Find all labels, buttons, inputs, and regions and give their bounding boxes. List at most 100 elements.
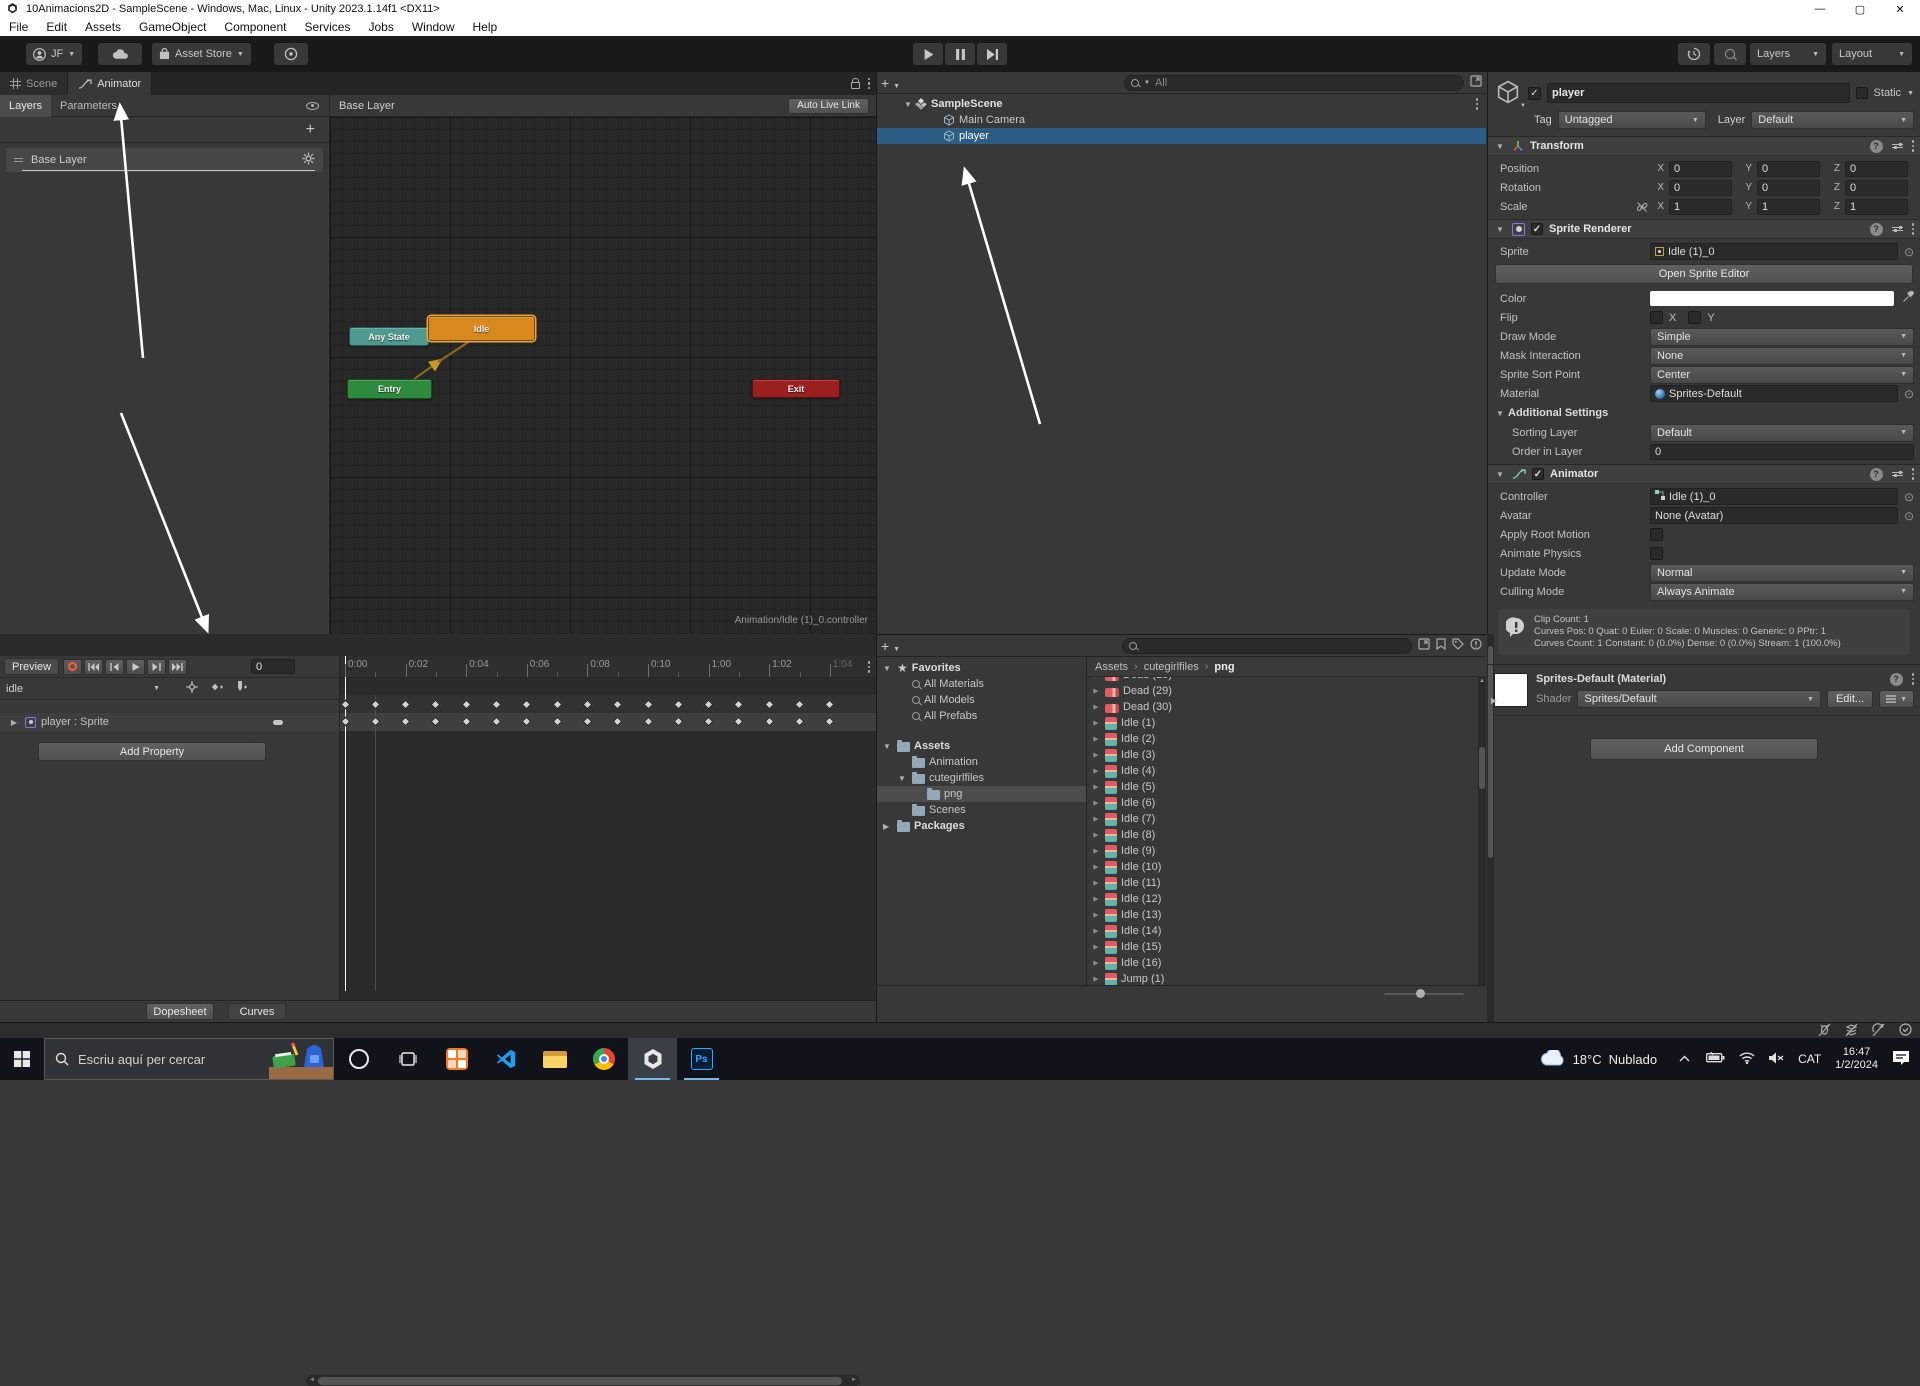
tag-dropdown[interactable]: Untagged▼	[1558, 111, 1706, 129]
account-button[interactable]: JF▼	[26, 43, 82, 65]
state-node-any-state[interactable]: Any State	[349, 327, 429, 346]
menu-file[interactable]: File	[0, 18, 37, 36]
file-idle1[interactable]: ▶Idle (1)	[1091, 715, 1478, 731]
expand-arrow-icon[interactable]: ▶	[1091, 879, 1101, 887]
file-jump1[interactable]: ▶Jump (1)	[1091, 971, 1478, 985]
label-icon[interactable]	[1452, 638, 1464, 653]
additional-settings-label[interactable]: Additional Settings	[1508, 407, 1608, 419]
layer-settings-gear-icon[interactable]	[302, 152, 315, 168]
timeline-hscrollbar[interactable]: ◄ ►	[306, 1375, 860, 1386]
taskbar-app-xampp[interactable]	[432, 1038, 481, 1080]
play-button[interactable]	[913, 43, 943, 65]
sync-muted-icon[interactable]	[1872, 1023, 1885, 1039]
expand-arrow-icon[interactable]: ▶	[1091, 719, 1101, 727]
menu-edit[interactable]: Edit	[37, 18, 76, 36]
static-dropdown-icon[interactable]: ▼	[1907, 90, 1914, 97]
rotation-x-field[interactable]: 0	[1669, 180, 1732, 196]
expand-arrow-icon[interactable]: ▶	[1091, 735, 1101, 743]
file-idle11[interactable]: ▶Idle (11)	[1091, 875, 1478, 891]
asset-store-button[interactable]: Asset Store▼	[152, 43, 251, 65]
file-idle16[interactable]: ▶Idle (16)	[1091, 955, 1478, 971]
menu-assets[interactable]: Assets	[76, 18, 130, 36]
status-ok-icon[interactable]	[1899, 1023, 1912, 1039]
project-tree-packages[interactable]: ▶Packages	[877, 818, 1086, 834]
taskbar-app-task-view[interactable]	[383, 1038, 432, 1080]
open-sprite-editor-button[interactable]: Open Sprite Editor	[1495, 264, 1913, 284]
component-enabled-checkbox[interactable]: ✓	[1531, 223, 1543, 235]
expand-arrow-icon[interactable]: ▶	[1091, 767, 1101, 775]
expand-arrow-icon[interactable]: ▼	[901, 100, 915, 109]
rotation-z-field[interactable]: 0	[1845, 180, 1908, 196]
material-expander[interactable]: ▶	[1488, 696, 1500, 705]
taskbar-app-vscode[interactable]	[481, 1038, 530, 1080]
position-z-field[interactable]: 0	[1845, 161, 1908, 177]
scale-y-field[interactable]: 1	[1757, 199, 1820, 215]
expand-arrow-icon[interactable]: ▶	[1091, 927, 1101, 935]
expand-arrow-icon[interactable]: ▼	[898, 774, 908, 783]
undo-history-button[interactable]	[1678, 43, 1710, 65]
close-button[interactable]: ✕	[1880, 3, 1920, 16]
tray-expand-icon[interactable]	[1679, 1053, 1690, 1065]
lock-icon[interactable]	[851, 82, 860, 89]
project-tree-favorites[interactable]: ▼★Favorites	[877, 660, 1086, 676]
component-menu-icon[interactable]	[1912, 468, 1915, 480]
cache-muted-icon[interactable]	[1845, 1023, 1858, 1039]
expand-arrow-icon[interactable]: ▶	[1091, 687, 1101, 695]
debugger-muted-icon[interactable]	[1818, 1023, 1831, 1039]
weather-icon[interactable]	[1539, 1050, 1565, 1069]
hierarchy-row-main-camera[interactable]: Main Camera	[877, 112, 1486, 128]
expand-arrow-icon[interactable]: ▶	[1091, 943, 1101, 951]
maximize-button[interactable]: ▢	[1840, 3, 1880, 16]
expand-arrow-icon[interactable]: ▶	[1091, 863, 1101, 871]
auto-live-link-button[interactable]: Auto Live Link	[788, 98, 869, 114]
color-swatch[interactable]	[1650, 291, 1894, 306]
component-menu-icon[interactable]	[1912, 673, 1915, 685]
start-button[interactable]	[0, 1038, 44, 1080]
info-icon[interactable]	[1470, 638, 1482, 653]
flip-x-checkbox[interactable]	[1650, 311, 1663, 324]
eyedropper-icon[interactable]	[1902, 291, 1914, 306]
sprite-object-field[interactable]: Idle (1)_0	[1650, 243, 1898, 260]
zoom-slider[interactable]	[1384, 993, 1464, 995]
sprite-sort-point-dropdown[interactable]: Center▼	[1650, 366, 1914, 384]
object-picker-icon[interactable]: ⊙	[1904, 387, 1914, 401]
transform-header[interactable]: ▼ Transform ?	[1488, 136, 1920, 156]
help-icon[interactable]: ?	[1870, 468, 1883, 481]
animator-component-header[interactable]: ▼ ✓ Animator ?	[1488, 464, 1920, 484]
project-tree-all-models[interactable]: All Models	[877, 692, 1086, 708]
battery-icon[interactable]	[1706, 1052, 1725, 1066]
expand-arrow-icon[interactable]: ▶	[1091, 895, 1101, 903]
expand-arrow-icon[interactable]: ▶	[1091, 703, 1101, 711]
sprite-renderer-header[interactable]: ▼ ✓ Sprite Renderer ?	[1488, 219, 1920, 239]
file-idle15[interactable]: ▶Idle (15)	[1091, 939, 1478, 955]
menu-services[interactable]: Services	[295, 18, 359, 36]
order-in-layer-field[interactable]: 0	[1650, 444, 1914, 460]
culling-mode-dropdown[interactable]: Always Animate▼	[1650, 583, 1914, 601]
tab-layers[interactable]: Layers	[0, 95, 51, 117]
menu-gameobject[interactable]: GameObject	[130, 18, 215, 36]
project-tree-animation[interactable]: Animation	[877, 754, 1086, 770]
object-picker-icon[interactable]: ⊙	[1904, 509, 1914, 523]
shader-dropdown[interactable]: Sprites/Default▼	[1577, 690, 1820, 708]
layer-dropdown[interactable]: Default▼	[1751, 111, 1914, 129]
component-menu-icon[interactable]	[1912, 140, 1915, 152]
open-new-window-icon[interactable]	[1470, 75, 1482, 90]
layout-dropdown[interactable]: Layout▼	[1832, 43, 1912, 65]
menu-help[interactable]: Help	[464, 18, 507, 36]
controller-object-field[interactable]: Idle (1)_0	[1650, 488, 1898, 505]
scale-z-field[interactable]: 1	[1845, 199, 1908, 215]
layers-dropdown[interactable]: Layers▼	[1750, 43, 1826, 65]
scale-x-field[interactable]: 1	[1669, 199, 1732, 215]
help-icon[interactable]: ?	[1870, 140, 1883, 153]
file-idle5[interactable]: ▶Idle (5)	[1091, 779, 1478, 795]
project-tree-png[interactable]: png	[877, 786, 1086, 802]
expand-arrow-icon[interactable]: ▶	[883, 822, 893, 831]
taskbar-app-photoshop[interactable]: Ps	[677, 1038, 726, 1080]
hierarchy-search-input[interactable]: ▼ All	[1124, 75, 1464, 91]
curves-button[interactable]: Curves	[228, 1003, 286, 1020]
clock[interactable]: 16:47 1/2/2024	[1835, 1046, 1878, 1072]
file-idle8[interactable]: ▶Idle (8)	[1091, 827, 1478, 843]
breadcrumb-folder[interactable]: cutegirlfiles	[1144, 661, 1199, 673]
search-button[interactable]	[1714, 43, 1746, 65]
ruler-menu-icon[interactable]	[868, 661, 871, 673]
